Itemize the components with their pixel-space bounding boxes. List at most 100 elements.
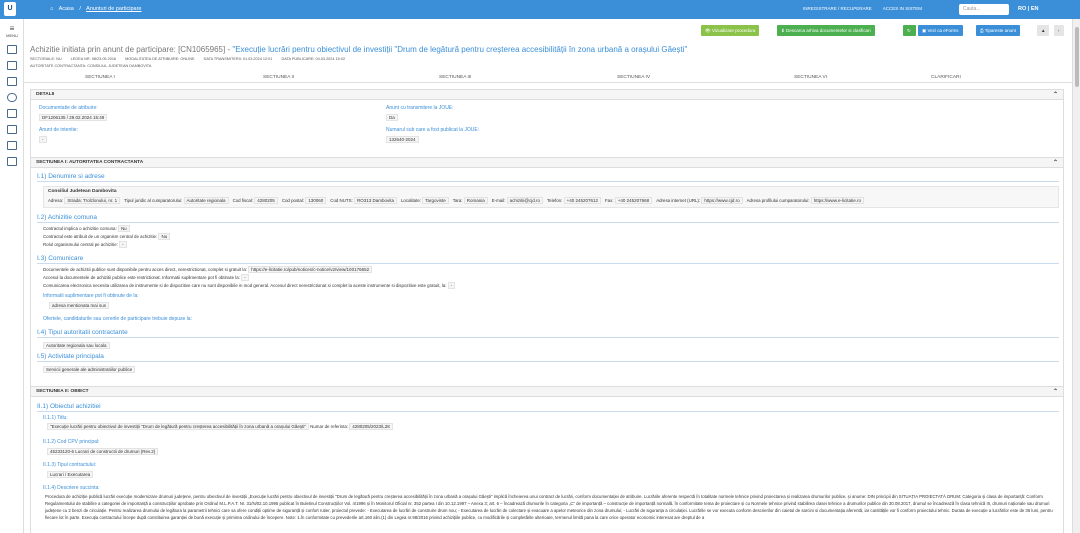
ref-value: 4280205/2023/L28 xyxy=(349,423,393,430)
main-content: 👁 Vizualizare procedura ⬇ Descarca arhiv… xyxy=(24,19,1072,533)
section-tabs: SECTIUNEA I SECTIUNEA II SECTIUNEA III S… xyxy=(24,73,1072,83)
sidebar-message-icon[interactable] xyxy=(7,157,17,166)
acces-restrictionat-row: Accesul la documentele de achizitii publ… xyxy=(43,274,249,281)
scrollbar[interactable] xyxy=(1072,19,1080,533)
breadcrumb: ⌂ Acasa / Anunturi de participare xyxy=(50,6,146,12)
language-switch[interactable]: RO | EN xyxy=(1018,6,1039,12)
heading-denumire: I.1) Denumire si adrese xyxy=(37,173,1059,182)
home-icon[interactable]: ⌂ xyxy=(50,6,53,12)
sectiunea-2-panel: SECTIUNEA II: OBIECT ⌃ II.1) Obiectul ach… xyxy=(30,386,1064,533)
address-field-value: https://www.e-licitatie.ro xyxy=(810,197,865,204)
sectiunea-1-panel: SECTIUNEA I: AUTORITATEA CONTRACTANTA ⌃ I… xyxy=(30,157,1064,395)
breadcrumb-home[interactable]: Acasa xyxy=(59,6,74,12)
cpv-label: II.1.2) Cod CPV principal: xyxy=(43,439,100,445)
meta-data-publicare: DATA PUBLICARE: 04.03.2024 15:02 xyxy=(281,57,346,61)
sidebar-home-icon[interactable] xyxy=(7,45,17,54)
collapse-icon[interactable]: ⌃ xyxy=(1053,159,1058,166)
hamburger-icon[interactable]: ≡ xyxy=(3,25,21,33)
tip-contract-label: II.1.3) Tipul contractului: xyxy=(43,462,97,468)
notice-meta: SECTORIALE: NU LEGEA NR. 98/23.05.2016 M… xyxy=(30,57,353,61)
sidebar-document-icon[interactable] xyxy=(7,77,17,86)
joue-nr-value: 132640-2024 xyxy=(386,136,419,143)
titlu-label: II.1.1) Titlu: xyxy=(43,415,68,421)
sidebar-card-icon[interactable] xyxy=(7,141,17,150)
joue-nr-label: Numarul sub care a fost publicat la JOUE… xyxy=(386,127,480,133)
tab-sectiunea-1[interactable]: SECTIUNEA I xyxy=(85,75,115,80)
meta-lege: LEGEA NR. 98/23.05.2016 xyxy=(70,57,117,61)
meta-autoritate: AUTORITATE CONTRACTANTA: CONSILIUL JUDET… xyxy=(30,64,152,68)
address-field-label: E-mail: xyxy=(491,198,507,203)
org-address-line: Adresa: Strada: Trolzlonului, nr. 1 Tipul… xyxy=(48,197,868,204)
address-field-label: Localitate: xyxy=(400,198,423,203)
register-link[interactable]: INREGISTRARE / RECUPERARE xyxy=(803,6,872,11)
address-field-value: Romania xyxy=(463,197,488,204)
informatii-value: adresa mentionata mai sus xyxy=(49,302,110,309)
oferte-label: Ofertele, candidaturile sau cererile de … xyxy=(43,316,192,322)
address-field-label: Tara: xyxy=(452,198,464,203)
address-field-value: https://www.cjd.ro xyxy=(701,197,743,204)
collapse-icon[interactable]: ⌃ xyxy=(1053,388,1058,395)
view-procedure-button[interactable]: 👁 Vizualizare procedura xyxy=(701,25,760,36)
view-eforms-button[interactable]: ▣ Vezi ca eForms xyxy=(918,25,963,36)
tab-clarificari[interactable]: CLARIFICARI xyxy=(931,75,961,80)
titlu-value: "Execuție lucrări pentru obiectivul de i… xyxy=(47,423,309,430)
sidebar-list-icon[interactable] xyxy=(7,61,17,70)
sidebar-help-icon[interactable] xyxy=(7,93,17,102)
heading-activitate: I.5) Activitate principala xyxy=(37,353,1059,362)
address-field-label: Adresa internet (URL): xyxy=(656,198,702,203)
top-navigation-bar: U ⌂ Acasa / Anunturi de participare INRE… xyxy=(0,0,1080,19)
menu-label[interactable]: ≡ MENU xyxy=(3,25,21,39)
search-input[interactable]: Cauta... xyxy=(959,4,1009,15)
sidebar-chart-icon[interactable] xyxy=(7,109,17,118)
address-field-label: Adresa profilului cumparatorului: xyxy=(746,198,811,203)
address-field-value: achizitii@cjd.ro xyxy=(506,197,543,204)
sidebar: ≡ MENU xyxy=(0,19,24,533)
cpv-value: 45233120-6 Lucrari de constructii de dru… xyxy=(47,448,159,455)
breadcrumb-current[interactable]: Anunturi de participare xyxy=(86,6,141,12)
collapse-icon[interactable]: ⌃ xyxy=(1053,91,1058,98)
address-field-label: Cod fiscal: xyxy=(232,198,255,203)
meta-sectoriale: SECTORIALE: NU xyxy=(30,57,62,61)
achizitie-comuna-row: Contractul implica o achizitie comuna: N… xyxy=(43,225,130,232)
address-field-value: 130060 xyxy=(305,197,327,204)
tip-contract-value: Lucrari / Executarea xyxy=(47,471,94,478)
doc-label: Documentatie de atribuire: xyxy=(39,105,98,111)
documents-url[interactable]: https://e-licitatie.ro/pub/notices/c-not… xyxy=(248,266,373,273)
tab-sectiunea-6[interactable]: SECTIUNEA VI xyxy=(794,75,827,80)
intent-label: Anunt de intentie: xyxy=(39,127,78,133)
address-field-value: Autoritate regionala xyxy=(183,197,229,204)
back-icon[interactable]: ‹ xyxy=(1054,25,1064,36)
meta-data-transmiterii: DATA TRANSMITERII: 01.03.2024 12:01 xyxy=(203,57,273,61)
address-field-value: Targoviste xyxy=(422,197,449,204)
collapse-up-icon[interactable]: ▲ xyxy=(1037,25,1050,36)
breadcrumb-separator: / xyxy=(79,6,81,12)
address-field-label: Tipul juridic al cumparatorului: xyxy=(124,198,184,203)
detalii-header[interactable]: DETALII ⌃ xyxy=(31,90,1063,100)
site-logo[interactable]: U xyxy=(4,2,16,16)
print-notice-button[interactable]: ⎙ Tipareste anunt xyxy=(976,25,1020,36)
login-link[interactable]: ACCES IN SISTEM xyxy=(883,6,922,11)
tab-sectiunea-2[interactable]: SECTIUNEA II xyxy=(263,75,294,80)
tab-sectiunea-3[interactable]: SECTIUNEA III xyxy=(439,75,472,80)
address-field-value: Strada: Trolzlonului, nr. 1 xyxy=(64,197,121,204)
address-field-label: Cod NUTS: xyxy=(330,198,354,203)
doc-value[interactable]: DF1206135 / 29.02.2024 15:49 xyxy=(39,114,108,121)
heading-obiect: II.1) Obiectul achizitiei xyxy=(37,403,1059,412)
descriere-label: II.1.4) Descriere succinta: xyxy=(43,485,100,491)
address-field-value: RO313 Dambovita xyxy=(353,197,397,204)
sidebar-calendar-icon[interactable] xyxy=(7,125,17,134)
download-archive-button[interactable]: ⬇ Descarca arhiva documentelor si clarif… xyxy=(777,25,875,36)
intent-value: - xyxy=(39,136,47,143)
address-field-value: +40 245207612 xyxy=(563,197,601,204)
activitate-value: Servicii generale ale administratiilor p… xyxy=(43,366,136,373)
refresh-icon[interactable]: ↻ xyxy=(903,25,916,36)
tab-sectiunea-4[interactable]: SECTIUNEA IV xyxy=(617,75,650,80)
address-field-label: Fax: xyxy=(605,198,615,203)
heading-comunicare: I.3) Comunicare xyxy=(37,255,1059,264)
sectiunea-2-header[interactable]: SECTIUNEA II: OBIECT ⌃ xyxy=(31,387,1063,397)
sectiunea-1-header[interactable]: SECTIUNEA I: AUTORITATEA CONTRACTANTA ⌃ xyxy=(31,158,1063,168)
menu-text: MENU xyxy=(6,33,18,38)
scrollbar-thumb[interactable] xyxy=(1075,27,1079,87)
heading-achizitie-comuna: I.2) Achizitie comuna xyxy=(37,214,1059,223)
acces-direct-row: Documentele de achizitii publice sunt di… xyxy=(43,266,373,273)
